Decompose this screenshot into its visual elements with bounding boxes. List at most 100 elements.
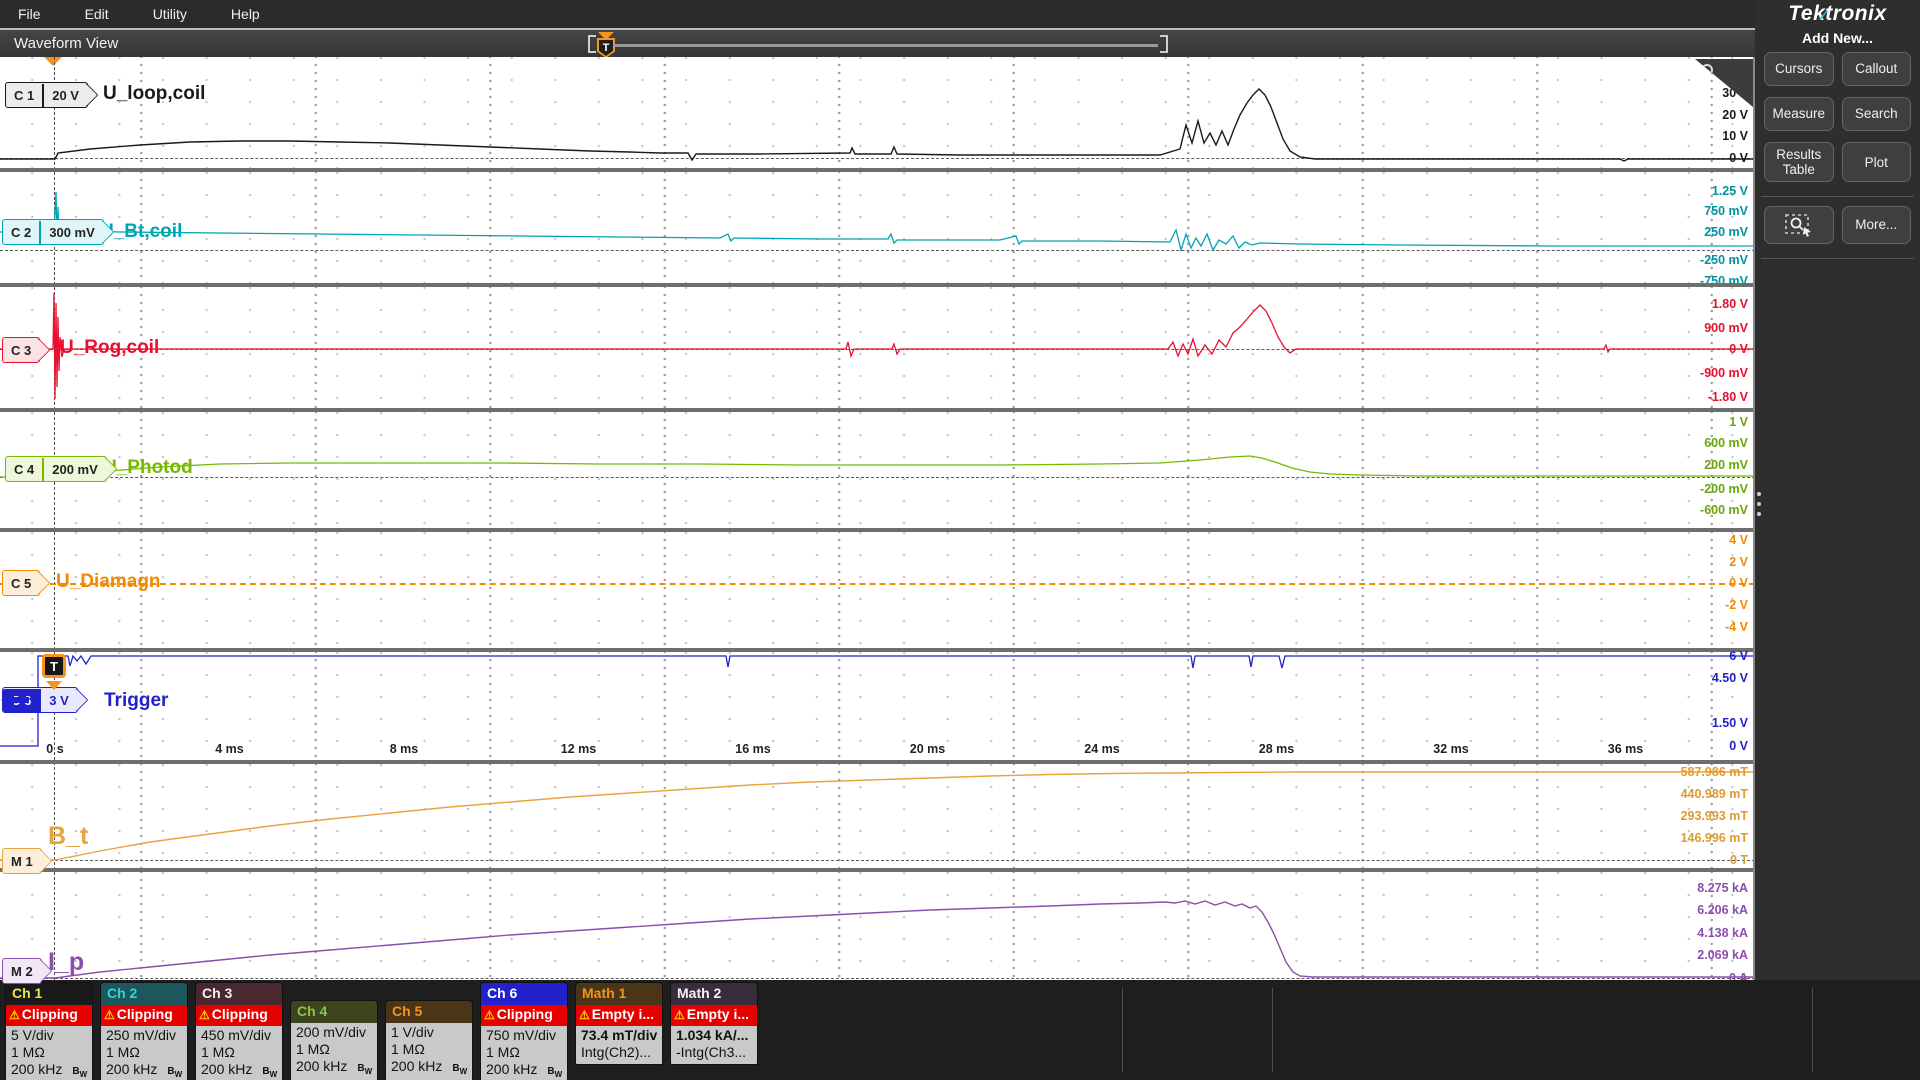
badge-title: Ch 5 [386,1001,472,1023]
math1-band: 587.986 mT440.989 mT293.993 mT146.996 mT… [0,764,1755,868]
math2-band: 8.275 kA6.206 kA4.138 kA2.069 kA0 A M 2 … [0,872,1755,980]
math2-trace [0,872,1755,980]
right-sidebar: Tek∕tronix Add New... CursorsCalloutMeas… [1755,0,1920,980]
right-bracket [1160,35,1168,53]
time-axis-label: 32 ms [1433,742,1468,756]
math1-settings-badge[interactable]: Math 1⚠Empty i...73.4 mT/divIntg(Ch2)... [575,982,663,1065]
time-axis-label: 8 ms [390,742,419,756]
badge-setting-row: -Intg(Ch3... [676,1044,752,1061]
record-view-line [614,44,1158,47]
separator [1812,988,1813,1072]
horizontal-position-bar[interactable]: T [588,33,1168,55]
axis-tick-label: 0 V [1729,342,1748,356]
badge-alert: ⚠Clipping [481,1005,567,1026]
axis-tick-label: 8.275 kA [1697,881,1748,895]
channel5-band: 4 V2 V0 V-2 V-4 V C 5 U_Diamagn [0,532,1755,648]
badge-alert: ⚠Clipping [6,1005,92,1026]
badge-alert: ⚠Clipping [196,1005,282,1026]
channel1-label: U_loop,coil [103,83,205,105]
badge-setting-row: 1 MΩ [486,1044,562,1061]
axis-tick-label: -600 mV [1700,503,1748,517]
math2-badge[interactable]: M 2 [2,958,42,984]
badge-title: Ch 3 [196,983,282,1005]
menu-edit[interactable]: Edit [85,6,109,22]
time-axis-label: 12 ms [561,742,596,756]
math2-settings-badge[interactable]: Math 2⚠Empty i...1.034 kA/...-Intg(Ch3..… [670,982,758,1065]
channel2-badge[interactable]: C 2300 mV [2,219,104,245]
axis-tick-label: 900 mV [1704,321,1748,335]
trigger-level-arrow-icon[interactable] [0,692,30,708]
search-button[interactable]: Search [1842,97,1912,131]
warning-icon: ⚠ [674,1008,685,1022]
ch1-settings-badge[interactable]: Ch 1⚠Clipping5 V/div1 MΩ200 kHzBW [5,982,93,1080]
sidebar-separator [1761,258,1914,259]
badge-alert: ⚠Empty i... [671,1005,757,1026]
channel6-trace [0,652,1755,760]
ch6-settings-badge[interactable]: Ch 6⚠Clipping750 mV/div1 MΩ200 kHzBW [480,982,568,1080]
warning-icon: ⚠ [199,1008,210,1022]
menu-file[interactable]: File [18,6,41,22]
bandwidth-limit-icon: BW [452,1063,467,1074]
channel1-badge[interactable]: C 120 V [5,82,88,108]
channel5-badge[interactable]: C 5 [2,570,40,596]
axis-tick-label: 0 T [1730,853,1748,867]
cursors-button[interactable]: Cursors [1764,52,1834,86]
separator [1272,988,1273,1072]
axis-tick-label: 2 V [1729,555,1748,569]
badge-setting-row: 250 mV/div [106,1027,182,1044]
channel4-badge[interactable]: C 4200 mV [5,456,107,482]
badge-setting-row: 200 kHzBW [296,1058,372,1080]
channel6-label: Trigger [104,690,168,712]
badge-title: Ch 6 [481,983,567,1005]
zoom-select-button[interactable] [1764,206,1834,244]
axis-tick-label: 4.138 kA [1697,926,1748,940]
separator [1122,988,1123,1072]
ch4-settings-badge[interactable]: Ch 4200 mV/div1 MΩ200 kHzBW [290,1000,378,1080]
plot-button[interactable]: Plot [1842,142,1912,182]
axis-tick-label: 20 V [1722,108,1748,122]
badge-setting-row: 200 kHzBW [201,1061,277,1080]
menu-utility[interactable]: Utility [153,6,187,22]
axis-tick-label: -900 mV [1700,366,1748,380]
axis-tick-label: 250 mV [1704,225,1748,239]
math2-label: I_p [48,948,84,977]
badge-setting-row: 5 V/div [11,1027,87,1044]
channel-id: M 1 [3,850,41,873]
trigger-marker-icon[interactable]: T [42,654,66,678]
axis-tick-label: 587.986 mT [1681,765,1748,779]
badge-setting-row: 1 V/div [391,1024,467,1041]
more-button[interactable]: More... [1842,206,1912,244]
menu-help[interactable]: Help [231,6,260,22]
time-axis-label: 20 ms [910,742,945,756]
tektronix-logo: Tek∕tronix [1755,2,1920,26]
axis-tick-label: 1 V [1729,415,1748,429]
badge-alert: ⚠Empty i... [576,1005,662,1026]
channel4-band: 1 V600 mV200 mV-200 mV-600 mV C 4200 mV … [0,412,1755,528]
trigger-position-icon[interactable]: T [597,38,615,58]
measure-button[interactable]: Measure [1764,97,1834,131]
callout-button[interactable]: Callout [1842,52,1912,86]
results-table-button[interactable]: Results Table [1764,142,1834,182]
channel3-label: U_Rog,coil [60,337,159,359]
axis-tick-label: 0 V [1729,576,1748,590]
axis-tick-label: 4.50 V [1712,671,1748,685]
bandwidth-limit-icon: BW [167,1066,182,1077]
badge-setting-row: 200 kHzBW [486,1061,562,1080]
time-axis-label: 16 ms [735,742,770,756]
channel3-badge[interactable]: C 3 [2,337,40,363]
channel-id: C 2 [3,221,39,244]
math1-trace [0,764,1755,868]
axis-tick-label: 146.996 mT [1681,831,1748,845]
ch5-settings-badge[interactable]: Ch 51 V/div1 MΩ200 kHzBW [385,1000,473,1080]
badge-setting-row: 1.034 kA/... [676,1027,752,1044]
panel-drag-handle[interactable] [1757,492,1761,516]
axis-tick-label: 0 V [1729,151,1748,165]
math1-badge[interactable]: M 1 [2,848,42,874]
ch2-settings-badge[interactable]: Ch 2⚠Clipping250 mV/div1 MΩ200 kHzBW [100,982,188,1080]
ch3-settings-badge[interactable]: Ch 3⚠Clipping450 mV/div1 MΩ200 kHzBW [195,982,283,1080]
badge-setting-row: 450 mV/div [201,1027,277,1044]
badge-title: Ch 4 [291,1001,377,1023]
axis-tick-label: -2 V [1725,598,1748,612]
time-axis-label: 24 ms [1084,742,1119,756]
badge-title: Math 2 [671,983,757,1005]
